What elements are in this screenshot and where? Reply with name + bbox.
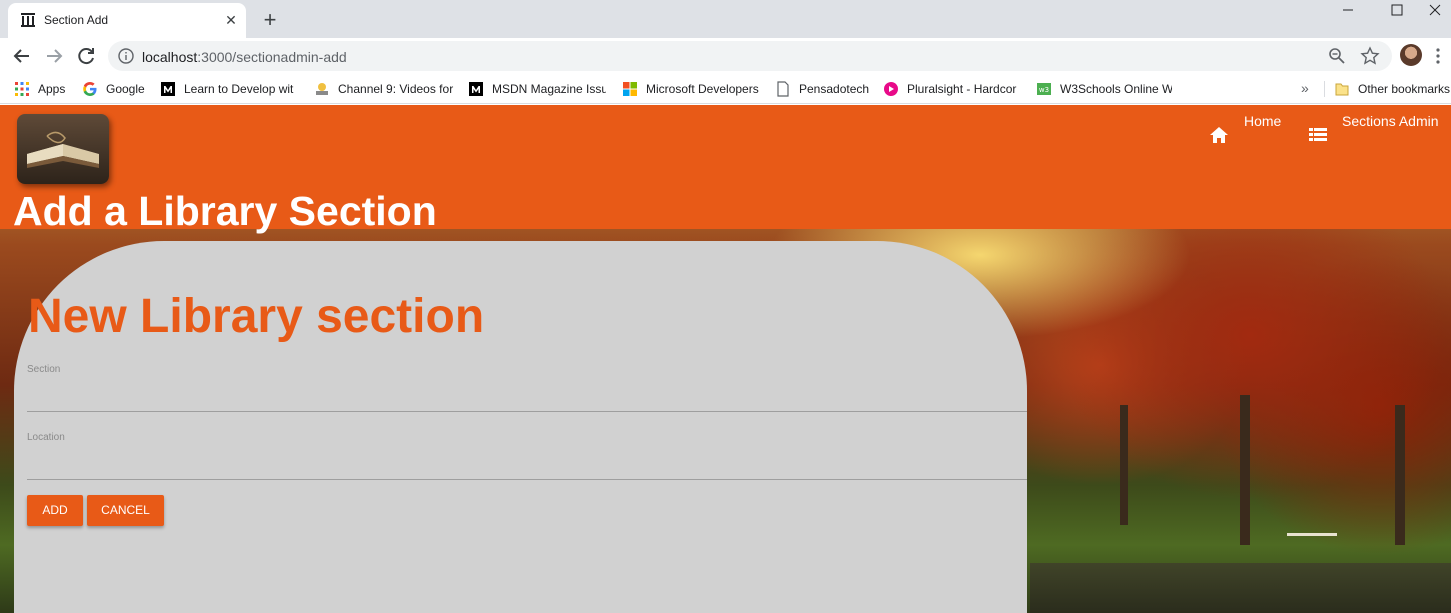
bookmark-channel9[interactable]: Channel 9: Videos for bbox=[314, 81, 454, 97]
w3schools-icon: w3 bbox=[1037, 83, 1051, 95]
pluralsight-icon bbox=[884, 82, 898, 96]
bookmarks-bar: Apps Google Learn to Develop wit Channel… bbox=[0, 74, 1451, 104]
page-icon bbox=[777, 81, 789, 97]
list-icon bbox=[1309, 128, 1327, 141]
form-title: New Library section bbox=[28, 290, 485, 343]
home-icon bbox=[1210, 127, 1228, 143]
url-host: localhost bbox=[142, 49, 198, 65]
url-path: :3000/sectionadmin-add bbox=[197, 49, 347, 65]
location-label: Location bbox=[27, 432, 65, 443]
nav-sections-admin-link[interactable]: Sections Admin bbox=[1308, 112, 1448, 146]
info-icon[interactable] bbox=[118, 48, 134, 64]
medium-icon bbox=[469, 82, 483, 96]
profile-avatar[interactable] bbox=[1400, 44, 1422, 66]
page-viewport[interactable]: Add a Library Section Home Sections Admi… bbox=[0, 105, 1451, 613]
bookmark-pluralsight[interactable]: Pluralsight - Hardcor bbox=[883, 81, 1023, 97]
microsoft-icon bbox=[623, 82, 637, 96]
svg-text:w3: w3 bbox=[1039, 86, 1049, 94]
location-field: Location bbox=[27, 432, 1027, 484]
tree-trunk bbox=[1395, 405, 1405, 545]
library-favicon-icon bbox=[21, 13, 35, 27]
window-close-icon[interactable] bbox=[1419, 0, 1451, 30]
bookmark-apps[interactable]: Apps bbox=[14, 81, 74, 97]
bookmarks-separator bbox=[1324, 81, 1325, 97]
form-card: New Library section Section Location ADD… bbox=[14, 241, 1027, 613]
google-icon bbox=[83, 82, 97, 96]
new-tab-icon[interactable]: + bbox=[258, 9, 282, 33]
other-bookmarks[interactable]: Other bookmarks bbox=[1334, 81, 1451, 97]
bookmark-star-icon[interactable] bbox=[1360, 46, 1380, 66]
medium-icon bbox=[161, 82, 175, 96]
tree-trunk bbox=[1120, 405, 1128, 525]
bookmark-learn-to-develop[interactable]: Learn to Develop wit bbox=[160, 81, 298, 97]
minimize-icon[interactable] bbox=[1325, 0, 1371, 30]
bookmark-pensadotech[interactable]: Pensadotech bbox=[775, 81, 871, 97]
address-bar[interactable]: localhost:3000/sectionadmin-add bbox=[108, 41, 1392, 71]
back-arrow-icon[interactable] bbox=[8, 42, 36, 70]
reload-icon[interactable] bbox=[72, 42, 100, 70]
close-tab-icon[interactable]: ✕ bbox=[222, 11, 240, 29]
nav-home-label: Home bbox=[1244, 113, 1282, 129]
tree-trunk bbox=[1240, 395, 1250, 545]
bookmark-msdn-magazine[interactable]: MSDN Magazine Issu bbox=[468, 81, 606, 97]
location-input[interactable] bbox=[27, 446, 1027, 480]
park-bench bbox=[1287, 533, 1337, 543]
channel9-icon bbox=[316, 83, 328, 95]
zoom-icon[interactable] bbox=[1328, 47, 1346, 65]
page-title: Add a Library Section bbox=[13, 188, 437, 234]
browser-toolbar: localhost:3000/sectionadmin-add bbox=[0, 38, 1451, 74]
tab-title: Section Add bbox=[44, 13, 109, 27]
library-book-logo[interactable] bbox=[17, 114, 109, 184]
bookmark-google[interactable]: Google bbox=[82, 81, 152, 97]
cancel-button[interactable]: CANCEL bbox=[87, 495, 164, 526]
nav-home-link[interactable]: Home bbox=[1209, 112, 1289, 146]
apps-grid-icon bbox=[15, 82, 29, 96]
section-label: Section bbox=[27, 364, 61, 375]
section-input[interactable] bbox=[27, 378, 1027, 412]
maximize-icon[interactable] bbox=[1374, 0, 1420, 30]
bookmark-w3schools[interactable]: w3 W3Schools Online W bbox=[1036, 81, 1172, 97]
more-bookmarks-chevron-icon[interactable]: » bbox=[1301, 80, 1309, 96]
tab-strip: Section Add ✕ + bbox=[0, 0, 1451, 38]
pond bbox=[1030, 563, 1451, 613]
app-header: Add a Library Section Home Sections Admi… bbox=[0, 105, 1451, 234]
section-field: Section bbox=[27, 364, 1027, 416]
forward-arrow-icon[interactable] bbox=[40, 42, 68, 70]
bookmark-microsoft-developers[interactable]: Microsoft Developers bbox=[622, 81, 764, 97]
url-text: localhost:3000/sectionadmin-add bbox=[142, 49, 347, 65]
menu-kebab-icon[interactable] bbox=[1432, 46, 1444, 66]
browser-tab[interactable]: Section Add ✕ bbox=[8, 3, 246, 38]
add-button[interactable]: ADD bbox=[27, 495, 83, 526]
folder-icon bbox=[1335, 83, 1349, 96]
nav-sections-admin-label: Sections Admin bbox=[1342, 113, 1439, 129]
